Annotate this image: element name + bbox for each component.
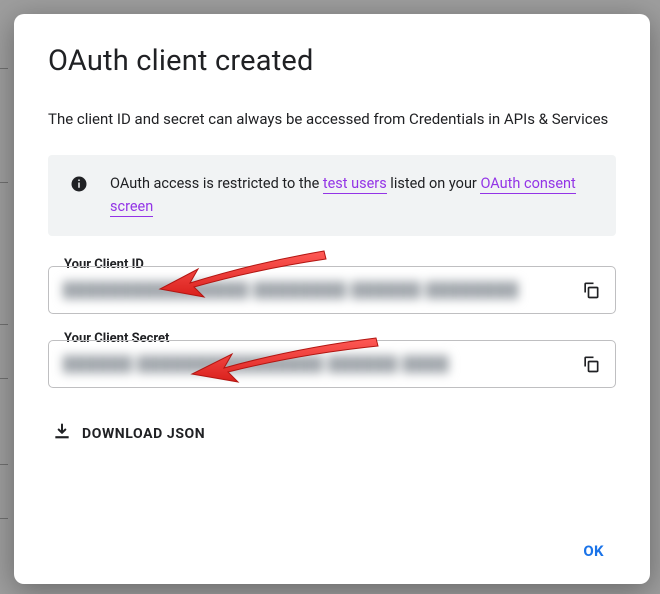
oauth-client-created-dialog: OAuth client created The client ID and s… [14, 14, 650, 584]
ok-button[interactable]: OK [571, 534, 616, 568]
copy-client-secret-button[interactable] [577, 350, 605, 378]
dialog-subtitle: The client ID and secret can always be a… [48, 108, 616, 131]
dialog-title: OAuth client created [48, 44, 616, 78]
client-secret-field: Your Client Secret ██████ ██████████████… [48, 340, 616, 388]
client-id-value: ████████████████ ████████ ██████ ███████… [63, 281, 565, 299]
copy-client-id-button[interactable] [577, 276, 605, 304]
client-id-box: ████████████████ ████████ ██████ ███████… [48, 266, 616, 314]
test-users-link[interactable]: test users [323, 175, 387, 194]
download-json-label: DOWNLOAD JSON [82, 426, 205, 442]
info-icon [70, 175, 88, 193]
client-id-field: Your Client ID ████████████████ ████████… [48, 266, 616, 314]
copy-icon [581, 280, 601, 300]
copy-icon [581, 354, 601, 374]
download-json-button[interactable]: DOWNLOAD JSON [48, 414, 209, 454]
info-banner: OAuth access is restricted to the test u… [48, 155, 616, 236]
download-icon [52, 422, 72, 446]
info-text: OAuth access is restricted to the test u… [110, 173, 596, 218]
client-secret-box: ██████ ████████████████ ██████ ████ [48, 340, 616, 388]
client-secret-value: ██████ ████████████████ ██████ ████ [63, 355, 565, 373]
